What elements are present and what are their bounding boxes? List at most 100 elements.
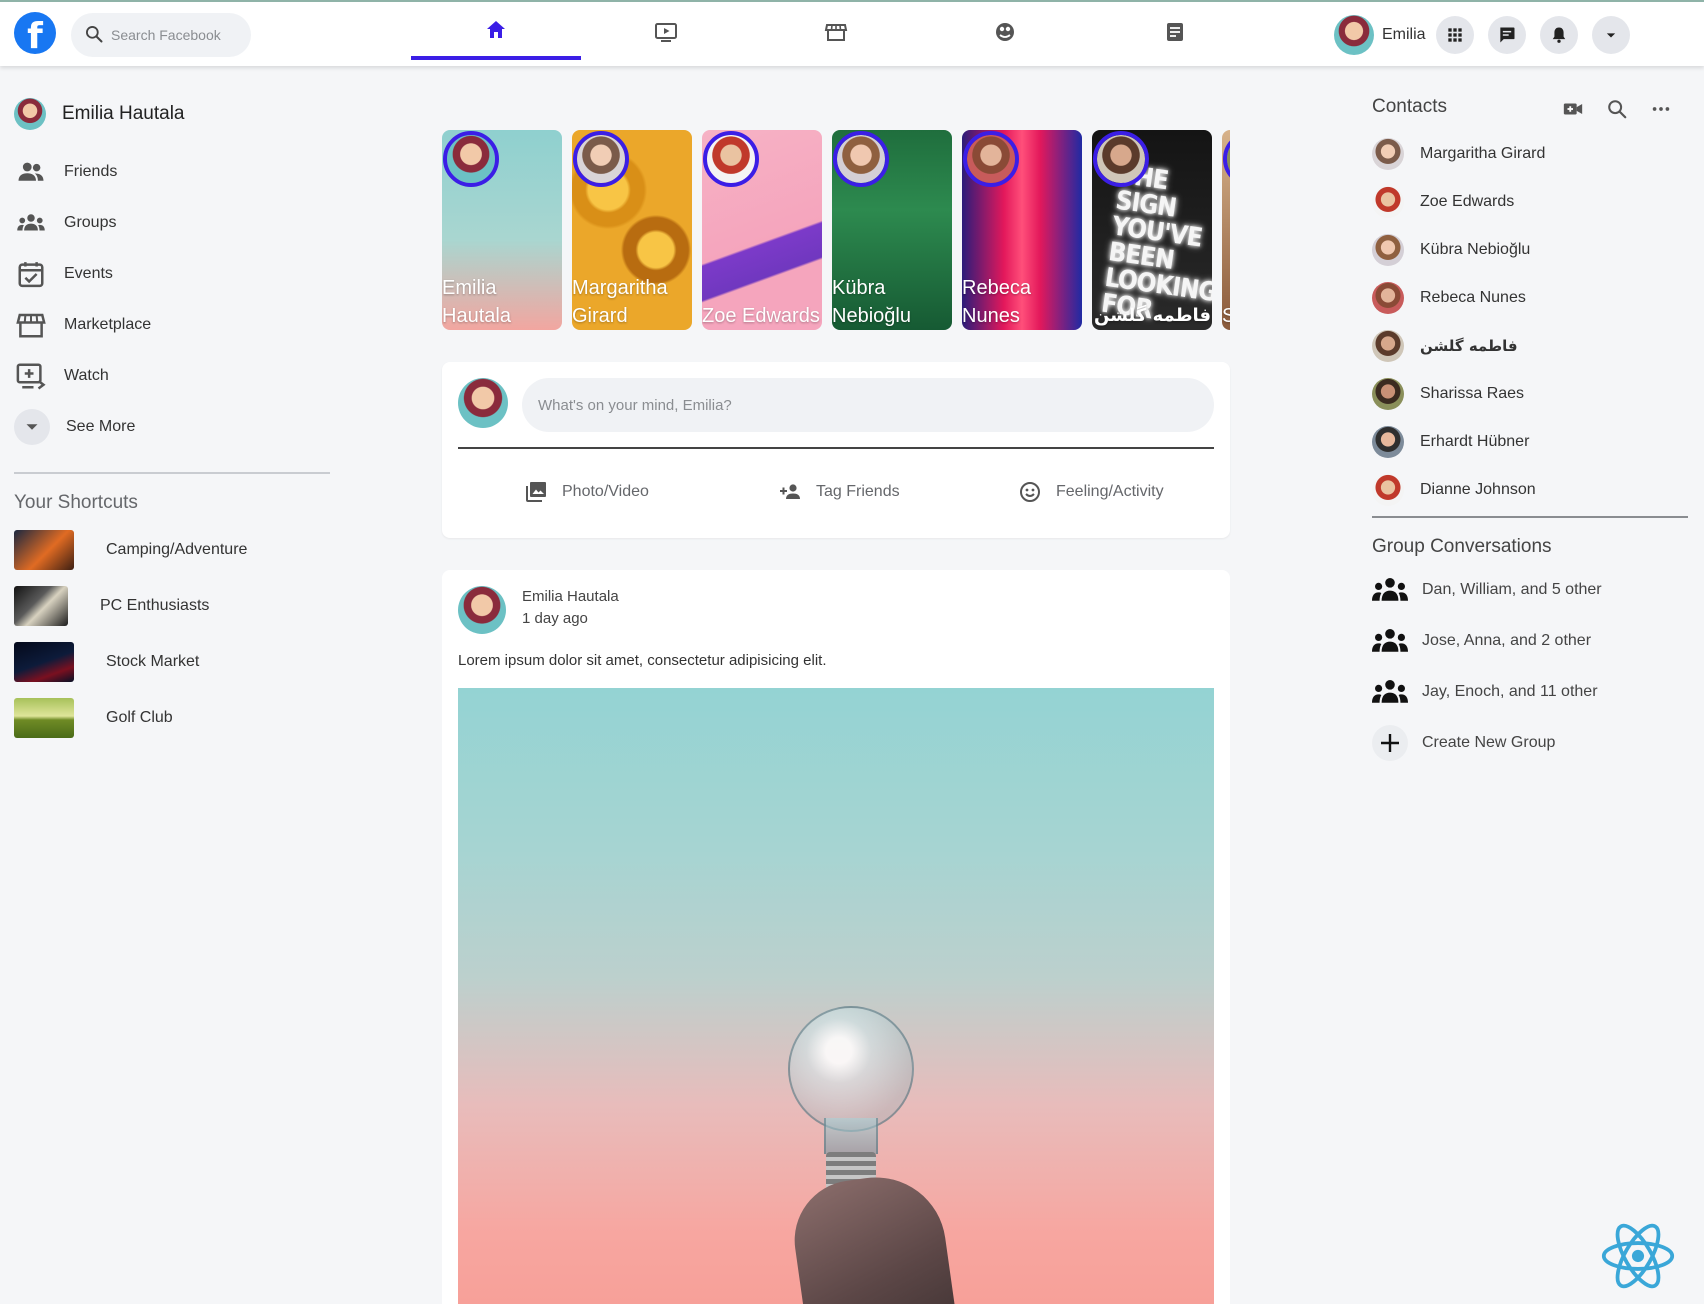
- facebook-logo-icon[interactable]: f: [14, 12, 56, 57]
- react-logo-icon: [1601, 1223, 1675, 1289]
- smiley-icon: [1020, 482, 1040, 502]
- globe-icon: [996, 23, 1014, 41]
- shortcut-camping[interactable]: Camping/Adventure: [14, 522, 330, 578]
- light-bulb-neck: [824, 1118, 878, 1154]
- avatar: [458, 378, 508, 428]
- avatar[interactable]: [458, 586, 506, 634]
- shortcut-label: Camping/Adventure: [106, 541, 248, 558]
- search-box[interactable]: [71, 13, 251, 57]
- shortcut-thumbnail: [14, 586, 68, 626]
- composer-divider: [458, 447, 1214, 449]
- contact-name: فاطمه گلشن: [1420, 337, 1518, 355]
- story-avatar: [963, 131, 1019, 187]
- story-card[interactable]: THE SIGN YOU'VE BEEN LOOKING FOR فاطمه گ…: [1092, 130, 1212, 330]
- sidebar-item-events[interactable]: Events: [14, 248, 330, 299]
- sidebar-item-label: Watch: [64, 366, 109, 384]
- shortcut-stock-market[interactable]: Stock Market: [14, 634, 330, 690]
- group-conversation-item[interactable]: Jose, Anna, and 2 other: [1372, 615, 1688, 666]
- contact-item[interactable]: Sharissa Raes: [1372, 370, 1688, 418]
- tab-groups[interactable]: [920, 4, 1090, 60]
- story-avatar: [1093, 131, 1149, 187]
- menu-button[interactable]: [1436, 16, 1474, 54]
- story-card[interactable]: Margaritha Girard: [572, 130, 692, 330]
- post-author[interactable]: Emilia Hautala: [522, 588, 619, 605]
- shortcuts-heading: Your Shortcuts: [14, 492, 138, 513]
- light-bulb-image: [788, 1006, 914, 1132]
- shortcut-label: Stock Market: [106, 653, 200, 670]
- story-avatar: [703, 131, 759, 187]
- account-dropdown-button[interactable]: [1592, 16, 1630, 54]
- sidebar-item-see-more[interactable]: See More: [14, 401, 330, 452]
- shortcut-pc-enthusiasts[interactable]: PC Enthusiasts: [14, 578, 330, 634]
- store-icon: [824, 24, 848, 41]
- sidebar-item-marketplace[interactable]: Marketplace: [14, 299, 330, 350]
- shortcut-golf-club[interactable]: Golf Club: [14, 690, 330, 746]
- home-icon: [487, 21, 505, 38]
- tab-news[interactable]: [1090, 4, 1260, 60]
- document-icon: [1167, 23, 1183, 41]
- grid-menu-icon: [1448, 28, 1462, 42]
- notifications-button[interactable]: [1540, 16, 1578, 54]
- story-card[interactable]: Kübra Nebioğlu: [832, 130, 952, 330]
- story-name: Margaritha Girard: [572, 277, 668, 327]
- composer-input[interactable]: [522, 378, 1214, 432]
- search-input[interactable]: [111, 23, 241, 47]
- group-conversation-item[interactable]: Dan, William, and 5 other: [1372, 564, 1688, 615]
- story-card[interactable]: Rebeca Nunes: [962, 130, 1082, 330]
- avatar: [1372, 426, 1404, 458]
- avatar: [1372, 186, 1404, 218]
- tag-friends-button[interactable]: Tag Friends: [778, 474, 900, 510]
- sidebar-item-watch[interactable]: Watch: [14, 350, 330, 401]
- avatar: [1372, 330, 1404, 362]
- shortcut-label: PC Enthusiasts: [100, 597, 210, 614]
- story-card[interactable]: Emilia Hautala: [442, 130, 562, 330]
- post-image[interactable]: [458, 688, 1214, 1304]
- contact-item[interactable]: Rebeca Nunes: [1372, 274, 1688, 322]
- sidebar-profile-link[interactable]: Emilia Hautala: [14, 96, 330, 132]
- contact-item[interactable]: فاطمه گلشن: [1372, 322, 1688, 370]
- messenger-button[interactable]: [1488, 16, 1526, 54]
- contact-item[interactable]: Zoe Edwards: [1372, 178, 1688, 226]
- sidebar-item-label: Events: [64, 264, 113, 282]
- group-conversation-item[interactable]: Jay, Enoch, and 11 other: [1372, 666, 1688, 717]
- sidebar-item-friends[interactable]: Friends: [14, 146, 330, 197]
- sidebar-item-groups[interactable]: Groups: [14, 197, 330, 248]
- tab-marketplace[interactable]: [751, 4, 921, 60]
- contact-item[interactable]: Margaritha Girard: [1372, 130, 1688, 178]
- photo-video-button[interactable]: Photo/Video: [524, 474, 649, 510]
- contact-item[interactable]: Erhardt Hübner: [1372, 418, 1688, 466]
- story-card[interactable]: S: [1222, 130, 1230, 330]
- contact-item[interactable]: Dianne Johnson: [1372, 466, 1688, 514]
- video-call-icon[interactable]: [1562, 98, 1584, 120]
- post-timestamp[interactable]: 1 day ago: [522, 610, 588, 627]
- stories-row: Emilia Hautala Margaritha Girard Zoe Edw…: [442, 130, 1230, 330]
- more-options-icon[interactable]: [1650, 98, 1672, 120]
- tab-home[interactable]: [411, 4, 581, 60]
- contact-item[interactable]: Kübra Nebioğlu: [1372, 226, 1688, 274]
- tab-watch[interactable]: [581, 4, 751, 60]
- top-navigation-bar: f Emilia: [0, 0, 1704, 66]
- avatar: [1372, 234, 1404, 266]
- group-conversation-label: Jay, Enoch, and 11 other: [1422, 682, 1598, 700]
- search-icon[interactable]: [1606, 98, 1628, 120]
- action-label: Tag Friends: [816, 483, 900, 500]
- group-icon: [1372, 679, 1408, 703]
- video-play-icon: [655, 23, 677, 42]
- feeling-activity-button[interactable]: Feeling/Activity: [1018, 474, 1164, 510]
- bell-icon: [1552, 27, 1566, 43]
- story-avatar: [443, 131, 499, 187]
- contact-name: Dianne Johnson: [1420, 481, 1536, 498]
- sidebar-item-label: Marketplace: [64, 315, 152, 333]
- contacts-list[interactable]: Margaritha Girard Zoe Edwards Kübra Nebi…: [1372, 130, 1688, 518]
- contact-name: Rebeca Nunes: [1420, 289, 1526, 306]
- contacts-heading: Contacts: [1372, 96, 1447, 117]
- group-icon: [1372, 577, 1408, 601]
- story-name: Kübra Nebioğlu: [832, 277, 911, 327]
- groups-icon: [17, 213, 45, 230]
- group-icon: [1372, 628, 1408, 652]
- story-card[interactable]: Zoe Edwards: [702, 130, 822, 330]
- profile-chip[interactable]: Emilia: [1334, 15, 1426, 55]
- profile-name: Emilia: [1382, 26, 1426, 43]
- create-new-group-button[interactable]: Create New Group: [1372, 717, 1688, 768]
- watch-icon: [16, 363, 46, 389]
